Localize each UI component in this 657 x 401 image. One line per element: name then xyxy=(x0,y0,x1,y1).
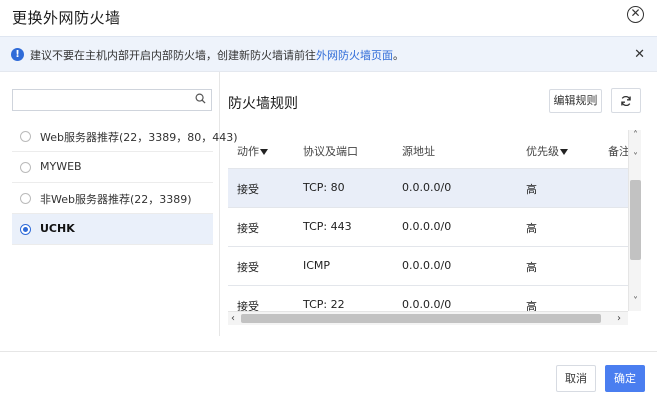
rules-panel-title: 防火墙规则 xyxy=(228,96,298,112)
group-label: UCHK xyxy=(40,222,75,235)
firewall-group-panel: Web服务器推荐(22，3389，80，443) MYWEB 非Web服务器推荐… xyxy=(0,72,238,336)
edit-rules-button[interactable]: 编辑规则 xyxy=(549,89,602,113)
column-header-remark: 备注 xyxy=(608,145,630,158)
notice-text: 建议不要在主机内部开启内部防火墙，创建新防火墙请前往 xyxy=(30,49,316,62)
column-header-priority: 优先级 xyxy=(526,143,568,159)
scrollbar-thumb[interactable] xyxy=(241,314,601,323)
group-item-uchk[interactable]: UCHK xyxy=(12,214,213,245)
cell-source: 0.0.0.0/0 xyxy=(402,259,452,272)
notice-bar: ! 建议不要在主机内部开启内部防火墙，创建新防火墙请前往外网防火墙页面。 ✕ xyxy=(0,36,657,72)
search-input[interactable] xyxy=(13,92,189,112)
radio-button[interactable] xyxy=(20,131,31,142)
scroll-up-arrow-icon[interactable]: ˅ xyxy=(629,152,642,163)
column-header-protocol-port: 协议及端口 xyxy=(303,145,358,158)
refresh-icon xyxy=(621,96,631,106)
scroll-up-arrow-icon[interactable]: ˄ xyxy=(629,130,642,141)
notice-suffix: 。 xyxy=(393,49,404,62)
group-item-myweb[interactable]: MYWEB xyxy=(12,152,213,183)
dismiss-notice-icon[interactable]: ✕ xyxy=(634,47,645,62)
close-dialog-icon[interactable]: ✕ xyxy=(627,6,644,23)
radio-button[interactable] xyxy=(20,162,31,173)
cell-protocol-port: TCP: 80 xyxy=(303,181,345,194)
dialog-title: 更换外网防火墙 xyxy=(12,9,121,27)
group-label: Web服务器推荐(22，3389，80，443) xyxy=(40,131,238,144)
filter-icon[interactable] xyxy=(260,149,268,155)
notice-message: 建议不要在主机内部开启内部防火墙，创建新防火墙请前往外网防火墙页面。 xyxy=(30,47,404,63)
cell-source: 0.0.0.0/0 xyxy=(402,298,452,311)
table-row[interactable]: 接受 ICMP 0.0.0.0/0 高 xyxy=(228,246,628,285)
column-label: 优先级 xyxy=(526,145,559,158)
cell-protocol-port: TCP: 22 xyxy=(303,298,345,311)
search-box[interactable] xyxy=(12,89,212,112)
horizontal-scrollbar[interactable]: ‹ › xyxy=(228,311,628,325)
rules-table: 动作 协议及端口 源地址 优先级 备注 接受 TCP: 80 0.0.0.0/0… xyxy=(228,130,641,325)
refresh-button[interactable] xyxy=(611,88,641,113)
firewall-page-link[interactable]: 外网防火墙页面 xyxy=(316,49,393,62)
cell-source: 0.0.0.0/0 xyxy=(402,181,452,194)
scrollbar-thumb[interactable] xyxy=(630,180,641,260)
cell-source: 0.0.0.0/0 xyxy=(402,220,452,233)
cell-priority: 高 xyxy=(526,222,537,235)
filter-icon[interactable] xyxy=(560,149,568,155)
group-item-non-web-recommended[interactable]: 非Web服务器推荐(22，3389) xyxy=(12,183,213,214)
radio-button-selected[interactable] xyxy=(20,224,31,235)
radio-button[interactable] xyxy=(20,193,31,204)
group-label: 非Web服务器推荐(22，3389) xyxy=(40,193,192,206)
cell-priority: 高 xyxy=(526,183,537,196)
column-label: 动作 xyxy=(237,145,259,158)
cell-priority: 高 xyxy=(526,261,537,274)
search-icon[interactable] xyxy=(195,93,206,104)
cancel-button[interactable]: 取消 xyxy=(556,365,596,392)
table-row[interactable]: 接受 TCP: 443 0.0.0.0/0 高 xyxy=(228,207,628,246)
cell-protocol-port: ICMP xyxy=(303,259,331,272)
confirm-button[interactable]: 确定 xyxy=(605,365,645,392)
group-label: MYWEB xyxy=(40,160,82,173)
group-item-web-recommended[interactable]: Web服务器推荐(22，3389，80，443) xyxy=(12,121,238,152)
cell-action: 接受 xyxy=(237,222,259,235)
column-header-source: 源地址 xyxy=(402,145,435,158)
cell-protocol-port: TCP: 443 xyxy=(303,220,352,233)
column-header-action: 动作 xyxy=(237,143,268,159)
vertical-scrollbar[interactable]: ˄ ˅ ˅ xyxy=(628,130,641,311)
info-icon: ! xyxy=(11,48,24,61)
cell-action: 接受 xyxy=(237,261,259,274)
table-row[interactable]: 接受 TCP: 80 0.0.0.0/0 高 xyxy=(228,168,628,207)
table-header: 动作 协议及端口 源地址 优先级 备注 xyxy=(228,130,630,168)
footer-divider xyxy=(0,351,657,352)
scroll-right-arrow-icon[interactable]: › xyxy=(617,312,621,325)
cell-action: 接受 xyxy=(237,183,259,196)
scroll-left-arrow-icon[interactable]: ‹ xyxy=(231,312,235,325)
firewall-group-list: Web服务器推荐(22，3389，80，443) MYWEB 非Web服务器推荐… xyxy=(12,121,238,245)
scroll-down-arrow-icon[interactable]: ˅ xyxy=(629,296,642,307)
